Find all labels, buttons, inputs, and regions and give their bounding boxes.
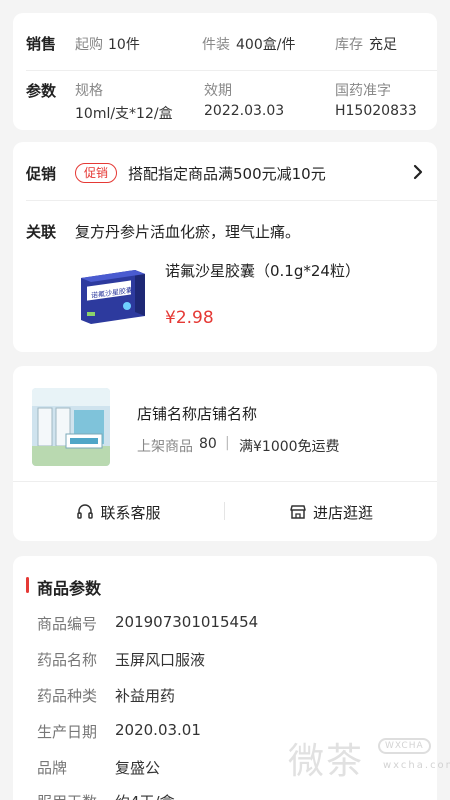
- param-key: 服用天数: [37, 791, 97, 800]
- divider: [13, 481, 437, 482]
- param-value: 玉屏风口服液: [115, 651, 206, 669]
- param-key: 品牌: [37, 759, 68, 777]
- stock-label: 库存: [335, 37, 363, 53]
- related-product-price: ¥2.98: [165, 308, 214, 328]
- params-label: 参数: [26, 82, 57, 100]
- spec-value: 10ml/支*12/盒: [75, 106, 173, 122]
- param-value: 复盛公: [115, 759, 161, 777]
- related-text: 复方丹参片活血化瘀，理气止痛。: [75, 223, 301, 241]
- approval-value: H15020833: [335, 103, 417, 119]
- pack-label: 件装: [202, 37, 230, 53]
- param-key: 药品名称: [37, 651, 98, 669]
- watermark-badge: WXCHA: [378, 738, 431, 754]
- shop-name[interactable]: 店铺名称店铺名称: [137, 403, 257, 424]
- shop-shipping: 满¥1000免运费: [239, 439, 340, 455]
- approval-label: 国药准字: [335, 83, 391, 99]
- param-value: 约4天/盒: [115, 791, 175, 800]
- related-label: 关联: [26, 223, 57, 241]
- stock-value: 充足: [369, 37, 397, 53]
- chevron-right-icon[interactable]: [411, 164, 425, 180]
- min-buy-value: 10件: [108, 37, 140, 53]
- pack-value: 400盒/件: [236, 37, 296, 53]
- watermark: 微茶 WXCHA wxcha.com: [288, 732, 450, 792]
- min-buy-label: 起购: [75, 37, 103, 53]
- shop-separator: |: [225, 435, 230, 451]
- related-product-name[interactable]: 诺氟沙星胶囊（0.1g*24粒）: [165, 260, 360, 281]
- spec-label: 规格: [75, 83, 103, 99]
- promo-tag: 促销: [75, 163, 118, 183]
- shop-goods-label: 上架商品: [137, 439, 193, 455]
- param-value: 2020.03.01: [115, 721, 201, 739]
- watermark-text: 微茶: [288, 741, 365, 782]
- store-icon: [290, 505, 306, 519]
- shop-goods-count: 80: [199, 436, 217, 452]
- param-key: 药品种类: [37, 687, 98, 705]
- headset-icon: [77, 504, 94, 519]
- watermark-sub: wxcha.com: [383, 760, 450, 771]
- divider: [26, 70, 437, 71]
- shop-card: 店铺名称店铺名称 上架商品 80 | 满¥1000免运费 联系客服 进店逛逛: [13, 366, 437, 541]
- shop-image[interactable]: [32, 388, 110, 466]
- param-value: 补益用药: [115, 687, 176, 705]
- sale-info-card: 销售 起购 10件 件装 400盒/件 库存 充足 参数 规格 10ml/支*1…: [13, 13, 437, 130]
- divider: [26, 200, 437, 201]
- param-key: 商品编号: [37, 615, 98, 633]
- promo-text[interactable]: 搭配指定商品满500元减10元: [128, 163, 326, 184]
- promo-card: 促销 促销 搭配指定商品满500元减10元 关联 复方丹参片活血化瘀，理气止痛。…: [13, 142, 437, 352]
- section-title: 商品参数: [37, 579, 102, 598]
- sale-label: 销售: [26, 35, 57, 53]
- product-image[interactable]: 诺氟沙星胶囊: [77, 264, 149, 330]
- contact-service-label: 联系客服: [100, 503, 161, 522]
- param-value: 201907301015454: [115, 613, 259, 631]
- expiry-value: 2022.03.03: [204, 103, 285, 119]
- promo-label: 促销: [26, 165, 57, 183]
- enter-shop-button[interactable]: 进店逛逛: [225, 494, 437, 530]
- contact-service-button[interactable]: 联系客服: [13, 494, 224, 530]
- param-key: 生产日期: [37, 723, 98, 741]
- enter-shop-label: 进店逛逛: [312, 503, 373, 522]
- section-accent-bar: [26, 577, 29, 593]
- expiry-label: 效期: [204, 83, 232, 99]
